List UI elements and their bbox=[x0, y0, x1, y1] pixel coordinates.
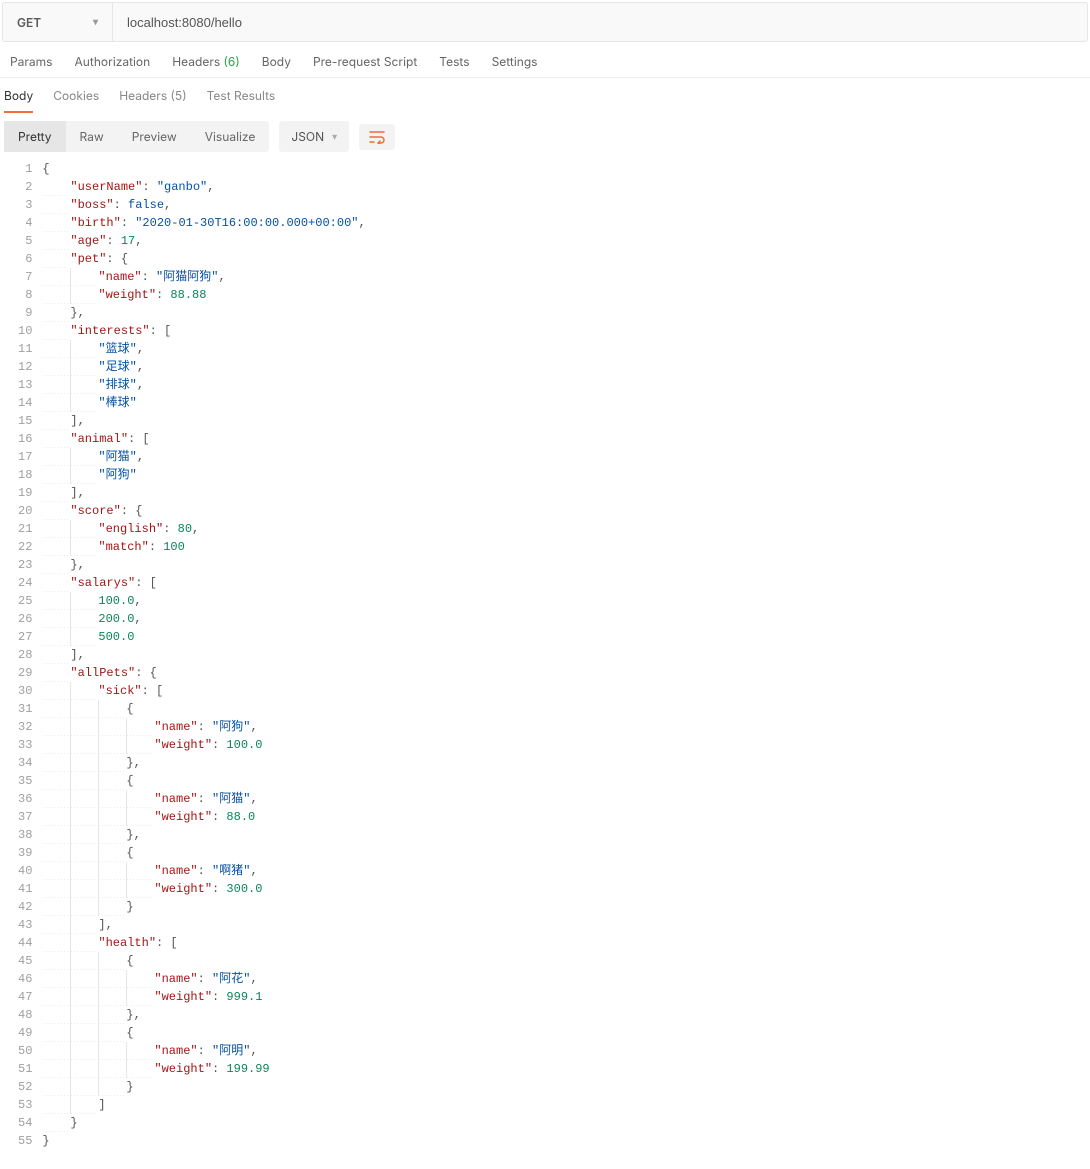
code-line: } bbox=[42, 1132, 1090, 1150]
tab-settings[interactable]: Settings bbox=[492, 54, 538, 69]
code-line: { bbox=[42, 700, 1090, 718]
code-line: } bbox=[42, 1078, 1090, 1096]
response-tab-cookies[interactable]: Cookies bbox=[53, 88, 99, 113]
tab-headers[interactable]: Headers (6) bbox=[172, 54, 240, 69]
tab-tests[interactable]: Tests bbox=[439, 54, 469, 69]
code-line: "name": "阿猫阿狗", bbox=[42, 268, 1090, 286]
code-line: }, bbox=[42, 304, 1090, 322]
tab-body[interactable]: Body bbox=[262, 54, 291, 69]
code-line: "阿猫", bbox=[42, 448, 1090, 466]
code-line: ] bbox=[42, 1096, 1090, 1114]
request-tabs: Params Authorization Headers (6) Body Pr… bbox=[0, 42, 1090, 78]
code-line: }, bbox=[42, 826, 1090, 844]
code-line: "birth": "2020-01-30T16:00:00.000+00:00"… bbox=[42, 214, 1090, 232]
code-line: ], bbox=[42, 916, 1090, 934]
code-line: "score": { bbox=[42, 502, 1090, 520]
code-line: { bbox=[42, 952, 1090, 970]
code-line: "pet": { bbox=[42, 250, 1090, 268]
view-mode-pretty[interactable]: Pretty bbox=[4, 121, 66, 152]
code-line: ], bbox=[42, 412, 1090, 430]
code-line: "weight": 999.1 bbox=[42, 988, 1090, 1006]
code-line: ], bbox=[42, 484, 1090, 502]
code-line: 100.0, bbox=[42, 592, 1090, 610]
code-line: }, bbox=[42, 1006, 1090, 1024]
code-content[interactable]: {"userName": "ganbo","boss": false,"birt… bbox=[42, 160, 1090, 1150]
response-toolbar: Pretty Raw Preview Visualize JSON ▾ bbox=[0, 113, 1090, 160]
chevron-down-icon: ▾ bbox=[93, 16, 98, 28]
language-select[interactable]: JSON ▾ bbox=[279, 121, 349, 152]
http-method-select[interactable]: GET ▾ bbox=[3, 3, 113, 41]
code-line: { bbox=[42, 772, 1090, 790]
view-mode-preview[interactable]: Preview bbox=[118, 121, 191, 152]
tab-headers-label: Headers bbox=[172, 54, 220, 69]
code-line: } bbox=[42, 1114, 1090, 1132]
response-tab-headers[interactable]: Headers (5) bbox=[119, 88, 186, 113]
http-method-label: GET bbox=[17, 15, 41, 30]
code-line: "english": 80, bbox=[42, 520, 1090, 538]
response-body-viewer: 1234567891011121314151617181920212223242… bbox=[0, 160, 1090, 1150]
code-line: "match": 100 bbox=[42, 538, 1090, 556]
code-line: { bbox=[42, 844, 1090, 862]
response-tabs: Body Cookies Headers (5) Test Results bbox=[0, 78, 1090, 113]
code-line: } bbox=[42, 898, 1090, 916]
code-line: ], bbox=[42, 646, 1090, 664]
chevron-down-icon: ▾ bbox=[332, 131, 337, 143]
tab-params[interactable]: Params bbox=[10, 54, 53, 69]
code-line: "weight": 300.0 bbox=[42, 880, 1090, 898]
code-line: "allPets": { bbox=[42, 664, 1090, 682]
language-select-label: JSON bbox=[291, 129, 324, 144]
code-line: "sick": [ bbox=[42, 682, 1090, 700]
view-mode-raw[interactable]: Raw bbox=[66, 121, 118, 152]
code-line: "userName": "ganbo", bbox=[42, 178, 1090, 196]
code-line: "阿狗" bbox=[42, 466, 1090, 484]
response-tab-headers-count: (5) bbox=[171, 88, 187, 103]
wrap-lines-button[interactable] bbox=[359, 124, 395, 150]
view-mode-segment: Pretty Raw Preview Visualize bbox=[4, 121, 269, 152]
code-line: { bbox=[42, 160, 1090, 178]
tab-headers-count: (6) bbox=[224, 54, 240, 69]
code-line: "weight": 88.0 bbox=[42, 808, 1090, 826]
code-line: "排球", bbox=[42, 376, 1090, 394]
code-line: }, bbox=[42, 754, 1090, 772]
code-line: "足球", bbox=[42, 358, 1090, 376]
tab-prerequest-script[interactable]: Pre-request Script bbox=[313, 54, 417, 69]
response-tab-test-results[interactable]: Test Results bbox=[207, 88, 276, 113]
code-line: { bbox=[42, 1024, 1090, 1042]
url-input[interactable] bbox=[113, 3, 1087, 41]
code-line: "boss": false, bbox=[42, 196, 1090, 214]
response-tab-body[interactable]: Body bbox=[4, 88, 33, 113]
request-bar: GET ▾ bbox=[2, 2, 1088, 42]
code-line: "weight": 88.88 bbox=[42, 286, 1090, 304]
view-mode-visualize[interactable]: Visualize bbox=[191, 121, 270, 152]
code-line: "salarys": [ bbox=[42, 574, 1090, 592]
code-line: 200.0, bbox=[42, 610, 1090, 628]
code-line: "name": "阿狗", bbox=[42, 718, 1090, 736]
code-line: "animal": [ bbox=[42, 430, 1090, 448]
code-line: "name": "啊猪", bbox=[42, 862, 1090, 880]
code-line: "age": 17, bbox=[42, 232, 1090, 250]
code-line: 500.0 bbox=[42, 628, 1090, 646]
wrap-icon bbox=[369, 130, 385, 144]
code-line: "name": "阿明", bbox=[42, 1042, 1090, 1060]
code-line: "weight": 100.0 bbox=[42, 736, 1090, 754]
tab-authorization[interactable]: Authorization bbox=[75, 54, 151, 69]
code-line: "篮球", bbox=[42, 340, 1090, 358]
code-line: "name": "阿猫", bbox=[42, 790, 1090, 808]
code-line: "interests": [ bbox=[42, 322, 1090, 340]
code-line: "health": [ bbox=[42, 934, 1090, 952]
response-tab-headers-label: Headers bbox=[119, 88, 167, 103]
code-line: "棒球" bbox=[42, 394, 1090, 412]
code-line: "weight": 199.99 bbox=[42, 1060, 1090, 1078]
code-line: "name": "阿花", bbox=[42, 970, 1090, 988]
code-line: }, bbox=[42, 556, 1090, 574]
line-number-gutter: 1234567891011121314151617181920212223242… bbox=[4, 160, 42, 1150]
